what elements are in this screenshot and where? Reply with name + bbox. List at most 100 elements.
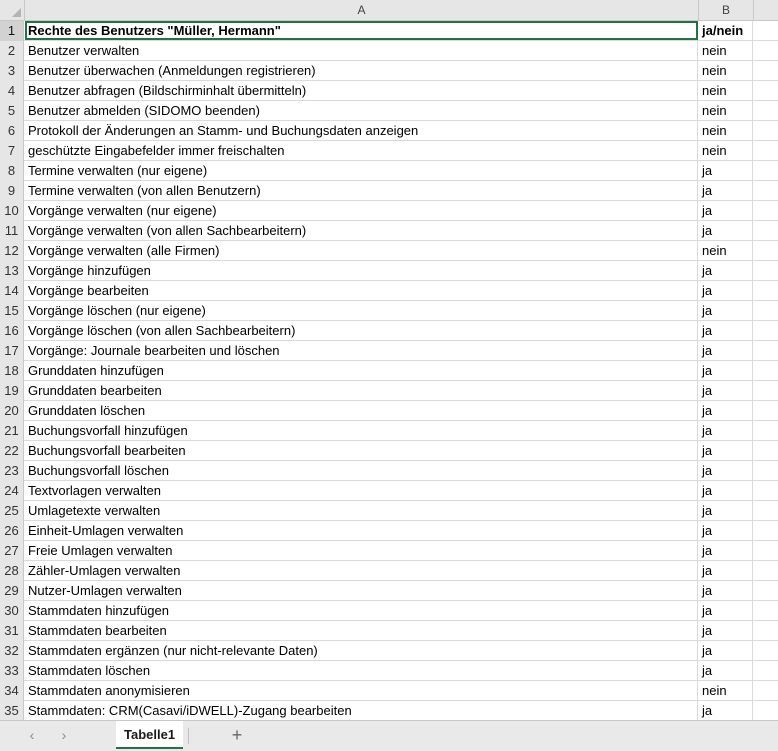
cell-b[interactable]: ja (699, 161, 753, 180)
cell-c[interactable] (754, 21, 778, 40)
row-number[interactable]: 22 (0, 441, 24, 461)
row-number[interactable]: 7 (0, 141, 24, 161)
row-number[interactable]: 25 (0, 501, 24, 521)
row-number[interactable]: 28 (0, 561, 24, 581)
cell-c[interactable] (754, 181, 778, 200)
row-number[interactable]: 17 (0, 341, 24, 361)
cell-b[interactable]: ja (699, 501, 753, 520)
cell-a[interactable]: Vorgänge: Journale bearbeiten und lösche… (25, 341, 698, 360)
cell-b[interactable]: ja (699, 301, 753, 320)
cell-a[interactable]: Benutzer überwachen (Anmeldungen registr… (25, 61, 698, 80)
cell-c[interactable] (754, 381, 778, 400)
cell-b[interactable]: ja (699, 361, 753, 380)
row-number[interactable]: 23 (0, 461, 24, 481)
cell-b[interactable]: ja (699, 701, 753, 720)
cell-a[interactable]: Rechte des Benutzers "Müller, Hermann" (25, 21, 698, 40)
cell-b[interactable]: ja (699, 621, 753, 640)
cell-c[interactable] (754, 561, 778, 580)
row-number[interactable]: 5 (0, 101, 24, 121)
cell-b[interactable]: nein (699, 101, 753, 120)
cell-a[interactable]: Benutzer abmelden (SIDOMO beenden) (25, 101, 698, 120)
cell-a[interactable]: geschützte Eingabefelder immer freischal… (25, 141, 698, 160)
row-number[interactable]: 13 (0, 261, 24, 281)
row-number[interactable]: 9 (0, 181, 24, 201)
cell-c[interactable] (754, 661, 778, 680)
cell-a[interactable]: Buchungsvorfall bearbeiten (25, 441, 698, 460)
cell-a[interactable]: Termine verwalten (nur eigene) (25, 161, 698, 180)
spreadsheet-grid[interactable]: A B 1 Rechte des Benutzers "Müller, Herma… (0, 0, 778, 720)
cell-b[interactable]: ja (699, 201, 753, 220)
row-number[interactable]: 6 (0, 121, 24, 141)
cell-a[interactable]: Stammdaten: CRM(Casavi/iDWELL)-Zugang be… (25, 701, 698, 720)
cell-b[interactable]: nein (699, 141, 753, 160)
cell-a[interactable]: Textvorlagen verwalten (25, 481, 698, 500)
cell-c[interactable] (754, 521, 778, 540)
cell-a[interactable]: Buchungsvorfall löschen (25, 461, 698, 480)
cell-c[interactable] (754, 541, 778, 560)
cell-c[interactable] (754, 301, 778, 320)
cell-c[interactable] (754, 161, 778, 180)
chevron-right-icon[interactable]: › (56, 727, 72, 743)
cell-a[interactable]: Benutzer verwalten (25, 41, 698, 60)
cell-b[interactable]: ja (699, 341, 753, 360)
cell-b[interactable]: ja (699, 421, 753, 440)
cell-c[interactable] (754, 261, 778, 280)
cell-b[interactable]: ja (699, 521, 753, 540)
row-number[interactable]: 24 (0, 481, 24, 501)
cell-c[interactable] (754, 621, 778, 640)
cell-b[interactable]: nein (699, 241, 753, 260)
cell-c[interactable] (754, 441, 778, 460)
cell-c[interactable] (754, 221, 778, 240)
cell-c[interactable] (754, 601, 778, 620)
row-number[interactable]: 32 (0, 641, 24, 661)
cell-c[interactable] (754, 581, 778, 600)
cell-a[interactable]: Vorgänge hinzufügen (25, 261, 698, 280)
row-number[interactable]: 30 (0, 601, 24, 621)
cell-b[interactable]: ja (699, 541, 753, 560)
column-header-b[interactable]: B (699, 0, 754, 20)
cell-a[interactable]: Stammdaten anonymisieren (25, 681, 698, 700)
row-number[interactable]: 31 (0, 621, 24, 641)
row-number[interactable]: 21 (0, 421, 24, 441)
cell-c[interactable] (754, 341, 778, 360)
row-number[interactable]: 11 (0, 221, 24, 241)
cell-b[interactable]: ja (699, 641, 753, 660)
row-number[interactable]: 15 (0, 301, 24, 321)
cell-b[interactable]: ja (699, 321, 753, 340)
cell-a[interactable]: Benutzer abfragen (Bildschirminhalt über… (25, 81, 698, 100)
cell-b[interactable]: ja (699, 461, 753, 480)
cell-b[interactable]: ja/nein (699, 21, 753, 40)
cell-a[interactable]: Buchungsvorfall hinzufügen (25, 421, 698, 440)
cell-a[interactable]: Stammdaten ergänzen (nur nicht-relevante… (25, 641, 698, 660)
cell-c[interactable] (754, 361, 778, 380)
cell-b[interactable]: nein (699, 121, 753, 140)
cell-c[interactable] (754, 61, 778, 80)
row-number[interactable]: 2 (0, 41, 24, 61)
cell-b[interactable]: nein (699, 681, 753, 700)
cell-c[interactable] (754, 41, 778, 60)
cell-a[interactable]: Vorgänge verwalten (alle Firmen) (25, 241, 698, 260)
cell-a[interactable]: Grunddaten bearbeiten (25, 381, 698, 400)
cell-b[interactable]: ja (699, 381, 753, 400)
cell-b[interactable]: ja (699, 581, 753, 600)
cell-a[interactable]: Vorgänge löschen (nur eigene) (25, 301, 698, 320)
cell-c[interactable] (754, 241, 778, 260)
cell-a[interactable]: Protokoll der Änderungen an Stamm- und B… (25, 121, 698, 140)
row-number[interactable]: 10 (0, 201, 24, 221)
cell-c[interactable] (754, 121, 778, 140)
cell-a[interactable]: Grunddaten hinzufügen (25, 361, 698, 380)
row-number[interactable]: 3 (0, 61, 24, 81)
cell-a[interactable]: Stammdaten löschen (25, 661, 698, 680)
cell-c[interactable] (754, 701, 778, 720)
cell-c[interactable] (754, 201, 778, 220)
cell-c[interactable] (754, 81, 778, 100)
cell-a[interactable]: Nutzer-Umlagen verwalten (25, 581, 698, 600)
row-number[interactable]: 14 (0, 281, 24, 301)
cell-b[interactable]: ja (699, 441, 753, 460)
cell-b[interactable]: nein (699, 81, 753, 100)
row-number[interactable]: 27 (0, 541, 24, 561)
column-header-a[interactable]: A (25, 0, 699, 20)
plus-icon[interactable]: + (228, 724, 246, 746)
cell-a[interactable]: Vorgänge verwalten (nur eigene) (25, 201, 698, 220)
cell-c[interactable] (754, 461, 778, 480)
